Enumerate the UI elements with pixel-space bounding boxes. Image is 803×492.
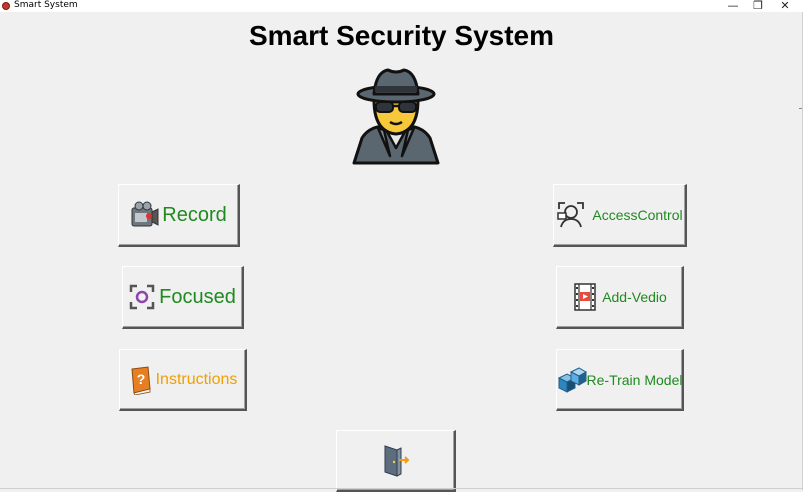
svg-text:?: ? [136, 371, 145, 387]
retrain-model-label: Re-Train Model [586, 371, 683, 388]
record-label: Record [162, 203, 227, 226]
exit-button[interactable] [336, 430, 456, 492]
instructions-button[interactable]: ? Instructions [119, 349, 247, 411]
retrain-model-button[interactable]: Re-Train Model [556, 349, 684, 411]
add-video-button[interactable]: Add-Vedio [556, 266, 684, 329]
focused-label: Focused [159, 285, 236, 308]
add-video-label: Add-Vedio [602, 289, 667, 305]
exit-door-icon [384, 444, 409, 477]
help-book-icon: ? [131, 365, 151, 395]
window-title: Smart System [14, 0, 78, 10]
access-control-label: AccessControl [592, 207, 683, 223]
film-strip-icon [574, 283, 596, 311]
close-button[interactable]: ✕ [772, 0, 798, 12]
window-titlebar: Smart System — ❐ ✕ [0, 0, 803, 12]
window-bottom-edge [0, 488, 803, 489]
camcorder-icon [131, 201, 159, 227]
restore-button[interactable]: ❐ [745, 0, 771, 12]
spy-agent-icon [348, 66, 444, 166]
focus-target-icon [129, 284, 155, 310]
focused-button[interactable]: Focused [122, 266, 244, 329]
record-button[interactable]: Record [118, 184, 240, 247]
access-control-button[interactable]: AccessControl [553, 184, 687, 247]
stacked-cubes-icon [557, 366, 587, 393]
face-scan-icon [557, 202, 585, 228]
page-title: Smart Security System [248, 20, 555, 51]
app-icon [2, 2, 10, 10]
scroll-tick [799, 108, 802, 109]
minimize-button[interactable]: — [720, 0, 746, 12]
instructions-label: Instructions [155, 370, 238, 388]
